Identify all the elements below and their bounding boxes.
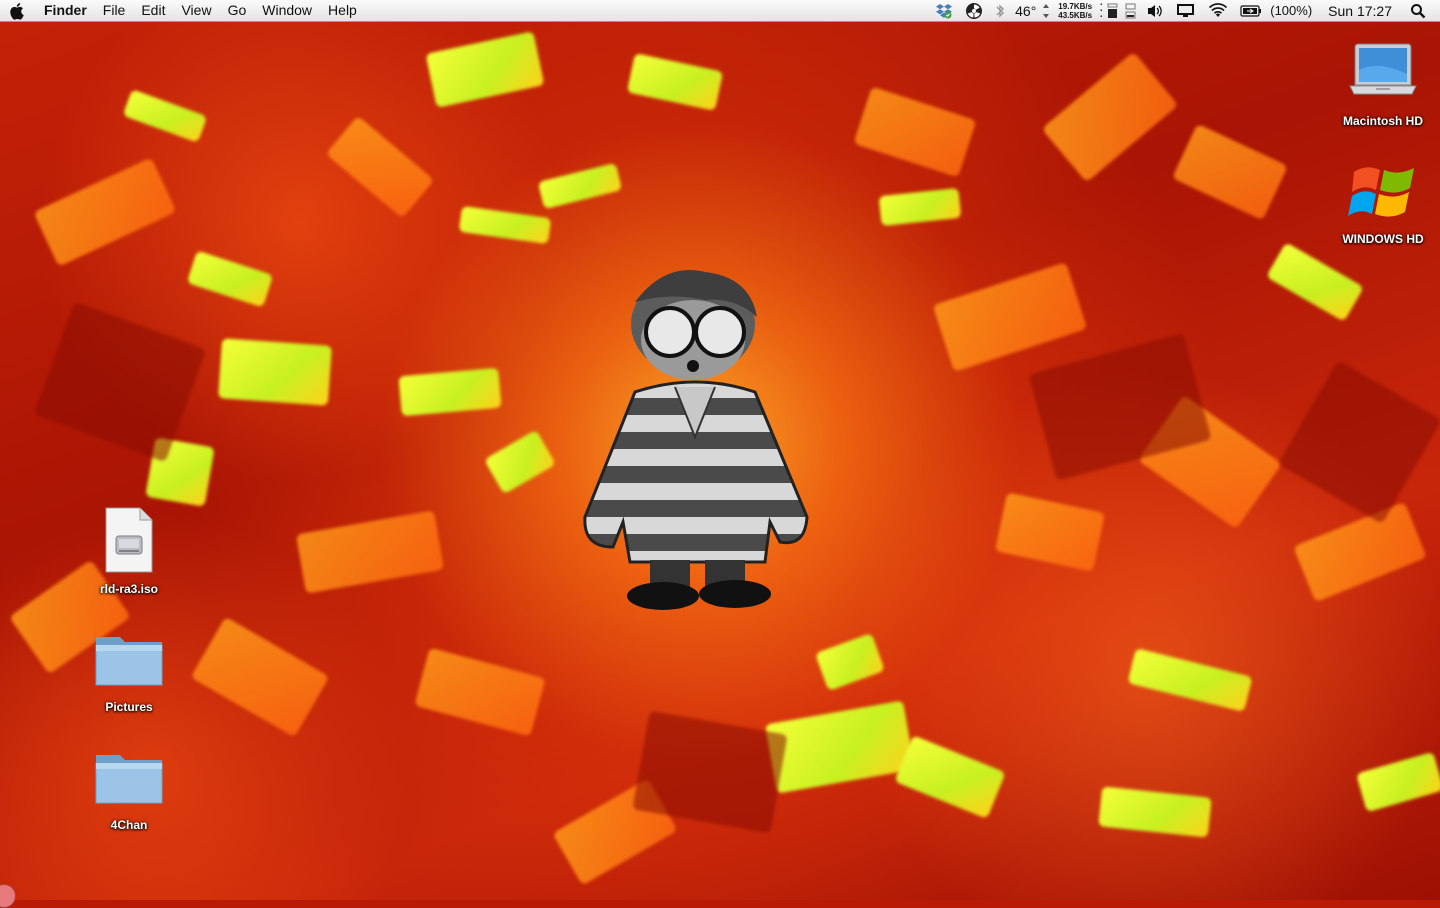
network-speed[interactable]: 19.7KB/s 43.5KB/s bbox=[1058, 2, 1092, 20]
weather-arrows-icon bbox=[1042, 0, 1050, 21]
menu-finder[interactable]: Finder bbox=[36, 0, 95, 21]
desktop-icon-rld-ra3-iso[interactable]: rld-ra3.iso bbox=[74, 504, 184, 596]
memory-icon[interactable] bbox=[1107, 0, 1119, 21]
display-icon[interactable] bbox=[1176, 0, 1196, 21]
desktop-icon-macintosh-hd[interactable]: Macintosh HD bbox=[1328, 36, 1438, 128]
menu-bar-left: Finder File Edit View Go Window Help bbox=[0, 0, 365, 21]
menu-file[interactable]: File bbox=[95, 0, 134, 21]
macbook-drive-icon bbox=[1347, 36, 1419, 108]
spotlight-icon[interactable] bbox=[1410, 0, 1426, 21]
menu-clock[interactable]: Sun 17:27 bbox=[1328, 0, 1392, 21]
menu-view[interactable]: View bbox=[173, 0, 219, 21]
disk-activity-icon[interactable]: ▪ ▪ ▪ bbox=[1100, 2, 1102, 20]
folder-icon bbox=[93, 740, 165, 812]
apple-menu-icon[interactable] bbox=[0, 0, 36, 21]
battery-icon[interactable] bbox=[1240, 0, 1262, 21]
desktop-icon-label: WINDOWS HD bbox=[1342, 232, 1424, 246]
menu-bar: Finder File Edit View Go Window Help 46°… bbox=[0, 0, 1440, 22]
desktop-icon-windows-hd[interactable]: WINDOWS HD bbox=[1328, 154, 1438, 246]
desktop-icon-label: Macintosh HD bbox=[1342, 114, 1423, 128]
net-download: 43.5KB/s bbox=[1058, 10, 1093, 20]
battery-percent[interactable]: (100%) bbox=[1270, 0, 1312, 21]
temperature-readout[interactable]: 46° bbox=[1015, 0, 1036, 21]
wifi-icon[interactable] bbox=[1208, 0, 1228, 21]
cpu-meter-icon[interactable] bbox=[1125, 0, 1137, 21]
radiation-icon[interactable] bbox=[965, 0, 983, 21]
desktop-icon-label: Pictures bbox=[105, 700, 153, 714]
disk-image-icon bbox=[93, 504, 165, 576]
windows-logo-icon bbox=[1347, 154, 1419, 226]
menu-help[interactable]: Help bbox=[320, 0, 365, 21]
net-upload: 19.7KB/s bbox=[1058, 1, 1093, 11]
menu-window[interactable]: Window bbox=[254, 0, 320, 21]
desktop-icon-label: 4Chan bbox=[110, 818, 148, 832]
dropbox-icon[interactable] bbox=[935, 0, 953, 21]
desktop-icon-4chan[interactable]: 4Chan bbox=[74, 740, 184, 832]
volume-icon[interactable] bbox=[1146, 0, 1164, 21]
wallpaper-character-illustration bbox=[583, 270, 809, 610]
folder-icon bbox=[93, 622, 165, 694]
menu-edit[interactable]: Edit bbox=[133, 0, 173, 21]
desktop-icon-label: rld-ra3.iso bbox=[99, 582, 159, 596]
menu-go[interactable]: Go bbox=[220, 0, 255, 21]
menu-bar-extras: 46° 19.7KB/s 43.5KB/s ▪ ▪ ▪ (100%) Sun 1… bbox=[929, 0, 1440, 21]
bluetooth-icon[interactable] bbox=[995, 0, 1005, 21]
desktop-icon-pictures[interactable]: Pictures bbox=[74, 622, 184, 714]
